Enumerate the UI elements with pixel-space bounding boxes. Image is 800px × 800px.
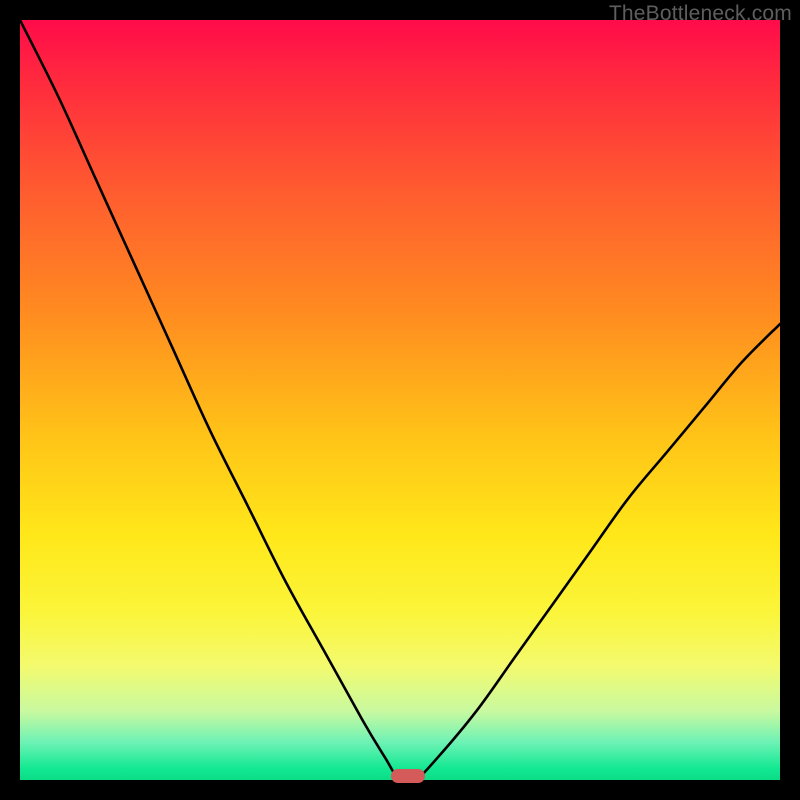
optimal-marker <box>391 769 425 783</box>
bottleneck-curve <box>20 20 780 780</box>
watermark-text: TheBottleneck.com <box>609 2 792 26</box>
chart-frame: TheBottleneck.com <box>0 0 800 800</box>
plot-area <box>20 20 780 780</box>
